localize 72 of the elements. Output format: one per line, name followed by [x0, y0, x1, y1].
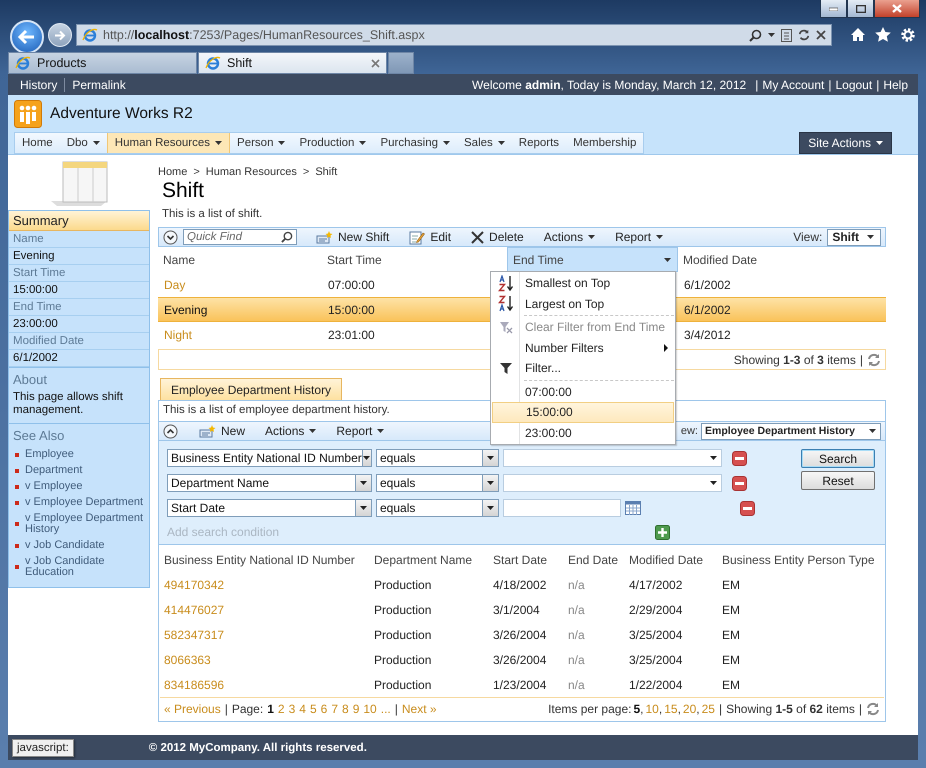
table-cell-text: 3/25/2004	[628, 628, 684, 642]
field-label: Modified Date	[9, 333, 149, 350]
breadcrumb-current: Shift	[315, 166, 338, 178]
site-title: Adventure Works R2	[50, 104, 193, 122]
table-cell-text: 23:01:00	[327, 328, 376, 342]
table-cell-text: 3/25/2004	[628, 652, 684, 666]
separator: |	[224, 702, 228, 716]
field-value: Evening	[9, 248, 149, 265]
separator: |	[394, 702, 398, 716]
separator: >	[193, 166, 200, 178]
field-value: 6/1/2002	[9, 350, 149, 367]
table-cell-text: Production	[373, 578, 432, 592]
section-heading: About	[9, 367, 149, 389]
table-cell-text: 4/18/2002	[492, 578, 548, 592]
field-label: Name	[9, 231, 149, 248]
table-cell-text: 6/1/2002	[683, 278, 732, 292]
copyright-text: © 2012 MyCompany. All rights reserved.	[148, 742, 367, 754]
table-cell-text: 3/26/2004	[492, 652, 548, 666]
separator: |	[875, 78, 880, 92]
table-cell-text: 07:00:00	[327, 278, 376, 292]
separator: |	[754, 78, 760, 92]
table-cell-text: EM	[721, 602, 741, 616]
description: This is a list of shift.	[162, 208, 262, 222]
separator: |	[860, 352, 863, 366]
table-cell-text: n/a	[567, 602, 586, 616]
field-label: Start Time	[9, 265, 149, 282]
separator: ,	[640, 702, 644, 716]
view-label: View:	[793, 230, 822, 244]
status-tooltip: javascript:	[12, 738, 74, 756]
table-cell-text: 3/1/2004	[492, 602, 541, 616]
summary-heading: Summary	[9, 211, 149, 231]
page-title: Shift	[162, 179, 206, 203]
items-per-page-label: Items per page:	[548, 702, 632, 716]
table-cell-text: 1/23/2004	[492, 678, 548, 692]
separator: |	[827, 78, 832, 92]
separator: ,	[678, 702, 681, 716]
table-cell-text: n/a	[567, 652, 586, 666]
table-cell-text: Production	[373, 678, 432, 692]
table-cell-text: n/a	[567, 578, 586, 592]
page-label: Page:	[232, 702, 264, 716]
separator: ,	[696, 702, 700, 716]
table-cell-text: Production	[373, 652, 432, 666]
separator: |	[718, 702, 722, 716]
table-cell-text: 4/17/2002	[628, 578, 684, 592]
table-cell-text: 15:00:00	[327, 302, 376, 316]
table-cell-text: 2/29/2004	[628, 602, 684, 616]
table-cell-text: n/a	[567, 678, 586, 692]
table-cell-text: 6/1/2002	[683, 302, 732, 316]
status-text: Showing 1-3 of 3 items	[734, 352, 856, 366]
table-cell-text: 1/22/2004	[628, 678, 684, 692]
table-cell-text: Production	[373, 602, 432, 616]
table-cell-text: EM	[721, 578, 741, 592]
section-heading: See Also	[9, 423, 149, 445]
table-cell-text: EM	[721, 628, 741, 642]
table-cell-text: Production	[373, 628, 432, 642]
status-text: Showing 1-5 of 62 items	[726, 702, 855, 716]
field-value: 15:00:00	[9, 282, 149, 299]
table-cell-text: EM	[721, 652, 741, 666]
table-cell-text: EM	[721, 678, 741, 692]
separator: ,	[658, 702, 662, 716]
view-label: ew:	[680, 425, 698, 437]
table-cell-text: 3/26/2004	[492, 628, 548, 642]
field-label: End Time	[9, 299, 149, 316]
separator: >	[302, 166, 310, 178]
field-value: 23:00:00	[9, 316, 149, 333]
table-cell-text: n/a	[567, 628, 586, 642]
url-text: http://localhost:7253/Pages/HumanResources_Shift.aspx	[103, 28, 426, 42]
table-cell-text: 3/4/2012	[683, 328, 732, 342]
about-text: This page allows shift management.	[12, 390, 124, 418]
separator: |	[858, 702, 862, 716]
welcome-text: Welcome admin, Today is Monday, March 12, 2012	[472, 78, 746, 92]
description: This is a list of employee department history.	[162, 403, 391, 418]
